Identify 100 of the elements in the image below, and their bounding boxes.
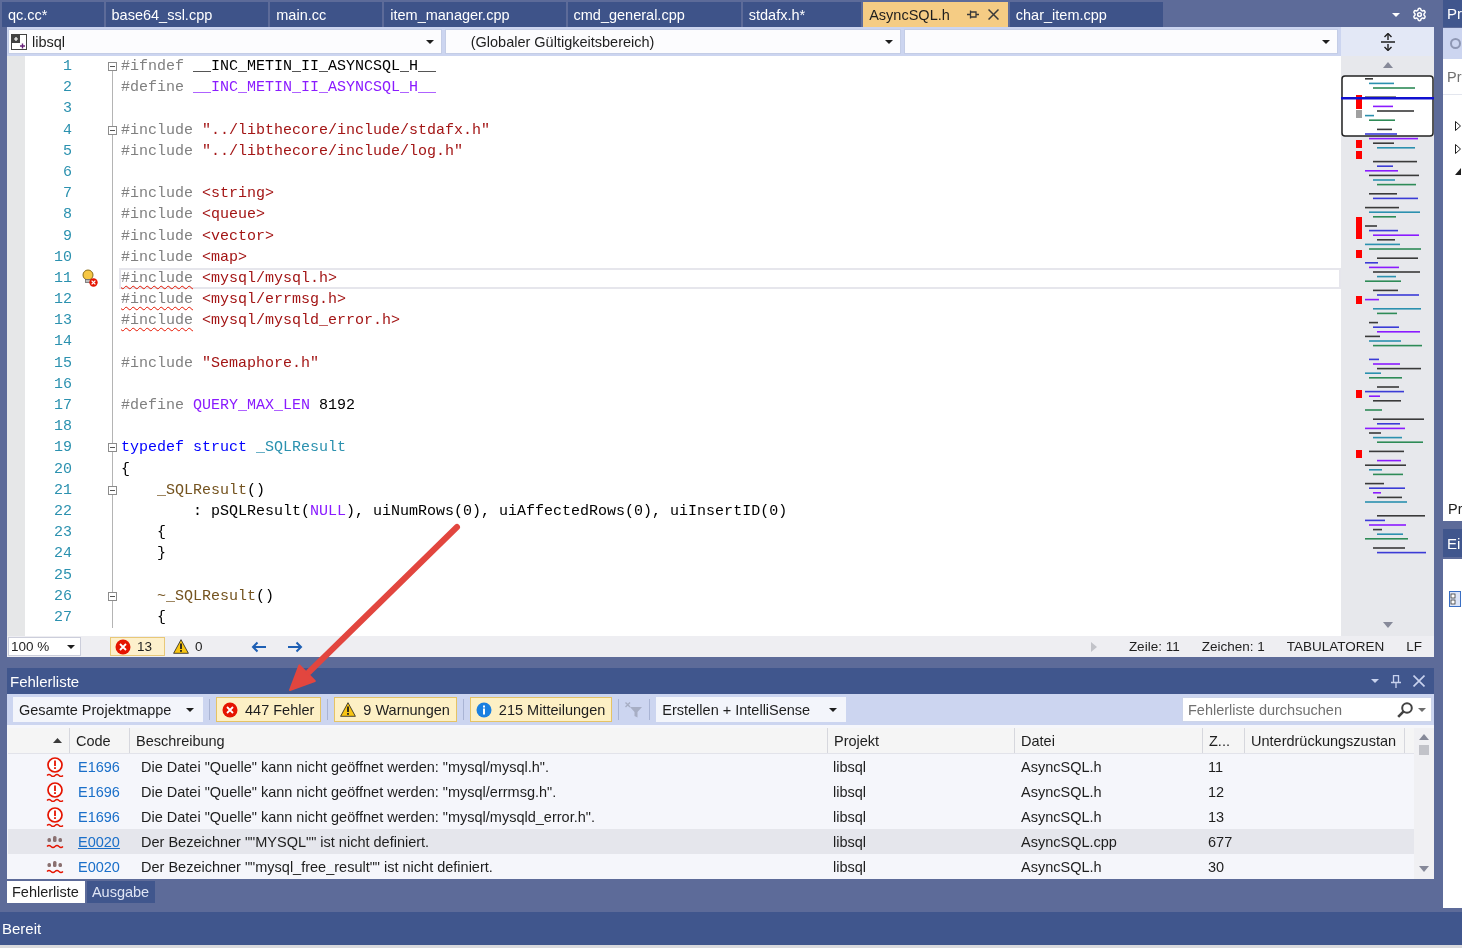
warning-icon	[173, 639, 190, 654]
search-box[interactable]: Pr	[1443, 59, 1462, 95]
filter-toggle-button[interactable]: 447 Fehler	[216, 697, 322, 722]
column-header[interactable]: Unterdrückungszustan	[1245, 728, 1405, 753]
column-header[interactable]: Datei	[1015, 728, 1203, 753]
document-tab[interactable]: base64_ssl.cpp	[105, 2, 269, 27]
code-line: {	[157, 607, 167, 628]
line-indicator[interactable]: Zeile: 11	[1128, 639, 1180, 654]
zoom-dropdown[interactable]: 100 %	[8, 637, 81, 656]
document-tab[interactable]: qc.cc*	[2, 2, 104, 27]
caret-icon[interactable]	[1371, 679, 1379, 683]
table-cell: 13	[1208, 808, 1225, 825]
error-code-link[interactable]: E1696	[78, 758, 120, 775]
document-tab[interactable]: char_item.cpp	[1009, 2, 1163, 27]
scroll-up-icon[interactable]	[1419, 734, 1429, 740]
collapse-icon[interactable]	[107, 62, 117, 72]
code-line: }	[157, 544, 167, 565]
source-dropdown[interactable]: Erstellen + IntelliSense	[656, 697, 847, 722]
line-number: 15	[54, 353, 72, 374]
line-ending-indicator[interactable]: LF	[1406, 639, 1422, 654]
line-number: 7	[63, 184, 72, 205]
issue-count-button[interactable]: 13	[110, 637, 166, 656]
caret-icon	[829, 707, 838, 712]
scope-dropdown[interactable]: Gesamte Projektmappe	[13, 697, 203, 722]
collapsed-arrow-icon[interactable]	[1455, 143, 1461, 154]
scroll-down-icon[interactable]	[1419, 866, 1429, 872]
document-tab[interactable]: main.cc	[270, 2, 383, 27]
panel-tab[interactable]: Fehlerliste	[7, 881, 85, 903]
table-cell: libsql	[833, 833, 867, 850]
line-number: 6	[63, 162, 72, 183]
code-line: typedef struct _SQLResult	[121, 438, 347, 459]
table-cell: 30	[1208, 858, 1225, 875]
code-line: _SQLResult()	[157, 480, 266, 501]
back-arrow-icon[interactable]	[250, 640, 267, 653]
collapse-icon[interactable]	[107, 591, 117, 601]
scope-dropdown[interactable]: (Globaler Gültigkeitsbereich)	[444, 29, 902, 54]
filter-toggle-button[interactable]: 9 Warnungen	[334, 697, 457, 722]
line-number: 19	[54, 438, 72, 459]
search-field[interactable]: Fehlerliste durchsuchen	[1183, 701, 1392, 718]
code-line: #define __INC_METIN_II_ASYNCSQL_H__	[121, 78, 437, 99]
collapse-icon[interactable]	[107, 485, 117, 495]
line-number: 25	[54, 565, 72, 586]
error-icon	[115, 638, 131, 655]
collapse-icon[interactable]	[107, 443, 117, 453]
caret-icon	[1322, 39, 1330, 44]
project-dropdown[interactable]: libsql	[8, 29, 442, 54]
error-alert-icon	[46, 806, 64, 827]
filter-toggle-button[interactable]: 215 Mitteilungen	[469, 697, 613, 722]
code-line: #include <vector>	[121, 226, 275, 247]
collapsed-arrow-icon[interactable]	[1455, 121, 1461, 131]
pin-icon[interactable]	[966, 10, 979, 19]
error-code-link[interactable]: E1696	[78, 808, 120, 825]
line-number: 4	[63, 120, 72, 141]
settings-icon[interactable]	[1412, 7, 1427, 22]
error-code-link[interactable]: E1696	[78, 783, 120, 800]
error-row[interactable]: E0020 Der Bezeichner ""MYSQL"" ist nicht definiert. libsql AsyncSQL.cpp 677	[8, 829, 1414, 854]
document-tab[interactable]: AsyncSQL.h	[863, 2, 1008, 27]
column-header[interactable]: Projekt	[828, 728, 1015, 753]
panel-title: Ei	[1447, 534, 1461, 552]
document-tab[interactable]: cmd_general.cpp	[567, 2, 741, 27]
indentation-indicator[interactable]: TABULATOREN	[1286, 639, 1385, 654]
line-number: 22	[54, 501, 72, 522]
lightbulb-error-icon[interactable]	[82, 269, 98, 288]
error-code-link[interactable]: E0020	[78, 833, 120, 850]
code-line: #include "../libthecore/include/log.h"	[121, 141, 464, 162]
close-icon[interactable]	[987, 9, 999, 20]
caret-icon[interactable]	[1392, 12, 1400, 17]
issue-count-button[interactable]: 0	[168, 637, 216, 656]
column-header[interactable]: Beschreibung	[130, 728, 828, 753]
scrollbar-thumb[interactable]	[1419, 745, 1429, 755]
column-header[interactable]: Code	[70, 728, 130, 753]
search-box[interactable]: Fehlerliste durchsuchen	[1182, 697, 1432, 722]
property-pages-icon[interactable]	[1449, 591, 1461, 607]
split-window-button[interactable]	[1341, 27, 1434, 56]
spell-check-icon	[46, 834, 64, 849]
scroll-up-icon[interactable]	[1382, 62, 1393, 68]
line-number: 5	[63, 141, 72, 162]
line-number: 20	[54, 459, 72, 480]
table-cell: AsyncSQL.h	[1021, 758, 1102, 775]
scroll-down-icon[interactable]	[1382, 622, 1393, 628]
table-cell: libsql	[833, 758, 867, 775]
error-code-link[interactable]: E0020	[78, 858, 120, 875]
line-number: 1	[63, 57, 72, 77]
document-tab[interactable]: stdafx.h*	[742, 2, 862, 27]
sort-up-icon[interactable]	[53, 738, 62, 743]
forward-arrow-icon[interactable]	[286, 640, 303, 653]
collapse-icon[interactable]	[107, 125, 117, 135]
line-number: 26	[54, 586, 72, 607]
spell-check-icon	[46, 859, 64, 874]
document-tab[interactable]: item_manager.cpp	[384, 2, 566, 27]
column-header[interactable]: Z...	[1203, 728, 1245, 753]
character-indicator[interactable]: Zeichen: 1	[1201, 639, 1265, 654]
search-icon[interactable]	[1397, 701, 1413, 718]
line-number: 16	[54, 374, 72, 395]
panel-tab[interactable]: Ausgabe	[86, 881, 156, 903]
split-icon[interactable]	[1380, 32, 1395, 51]
expanded-arrow-icon[interactable]	[1455, 166, 1461, 176]
scrollbar[interactable]	[1414, 728, 1434, 879]
code-line: #ifndef __INC_METIN_II_ASYNCSQL_H__	[121, 57, 437, 77]
code-line: #include <mysql/mysql.h>	[121, 268, 338, 289]
